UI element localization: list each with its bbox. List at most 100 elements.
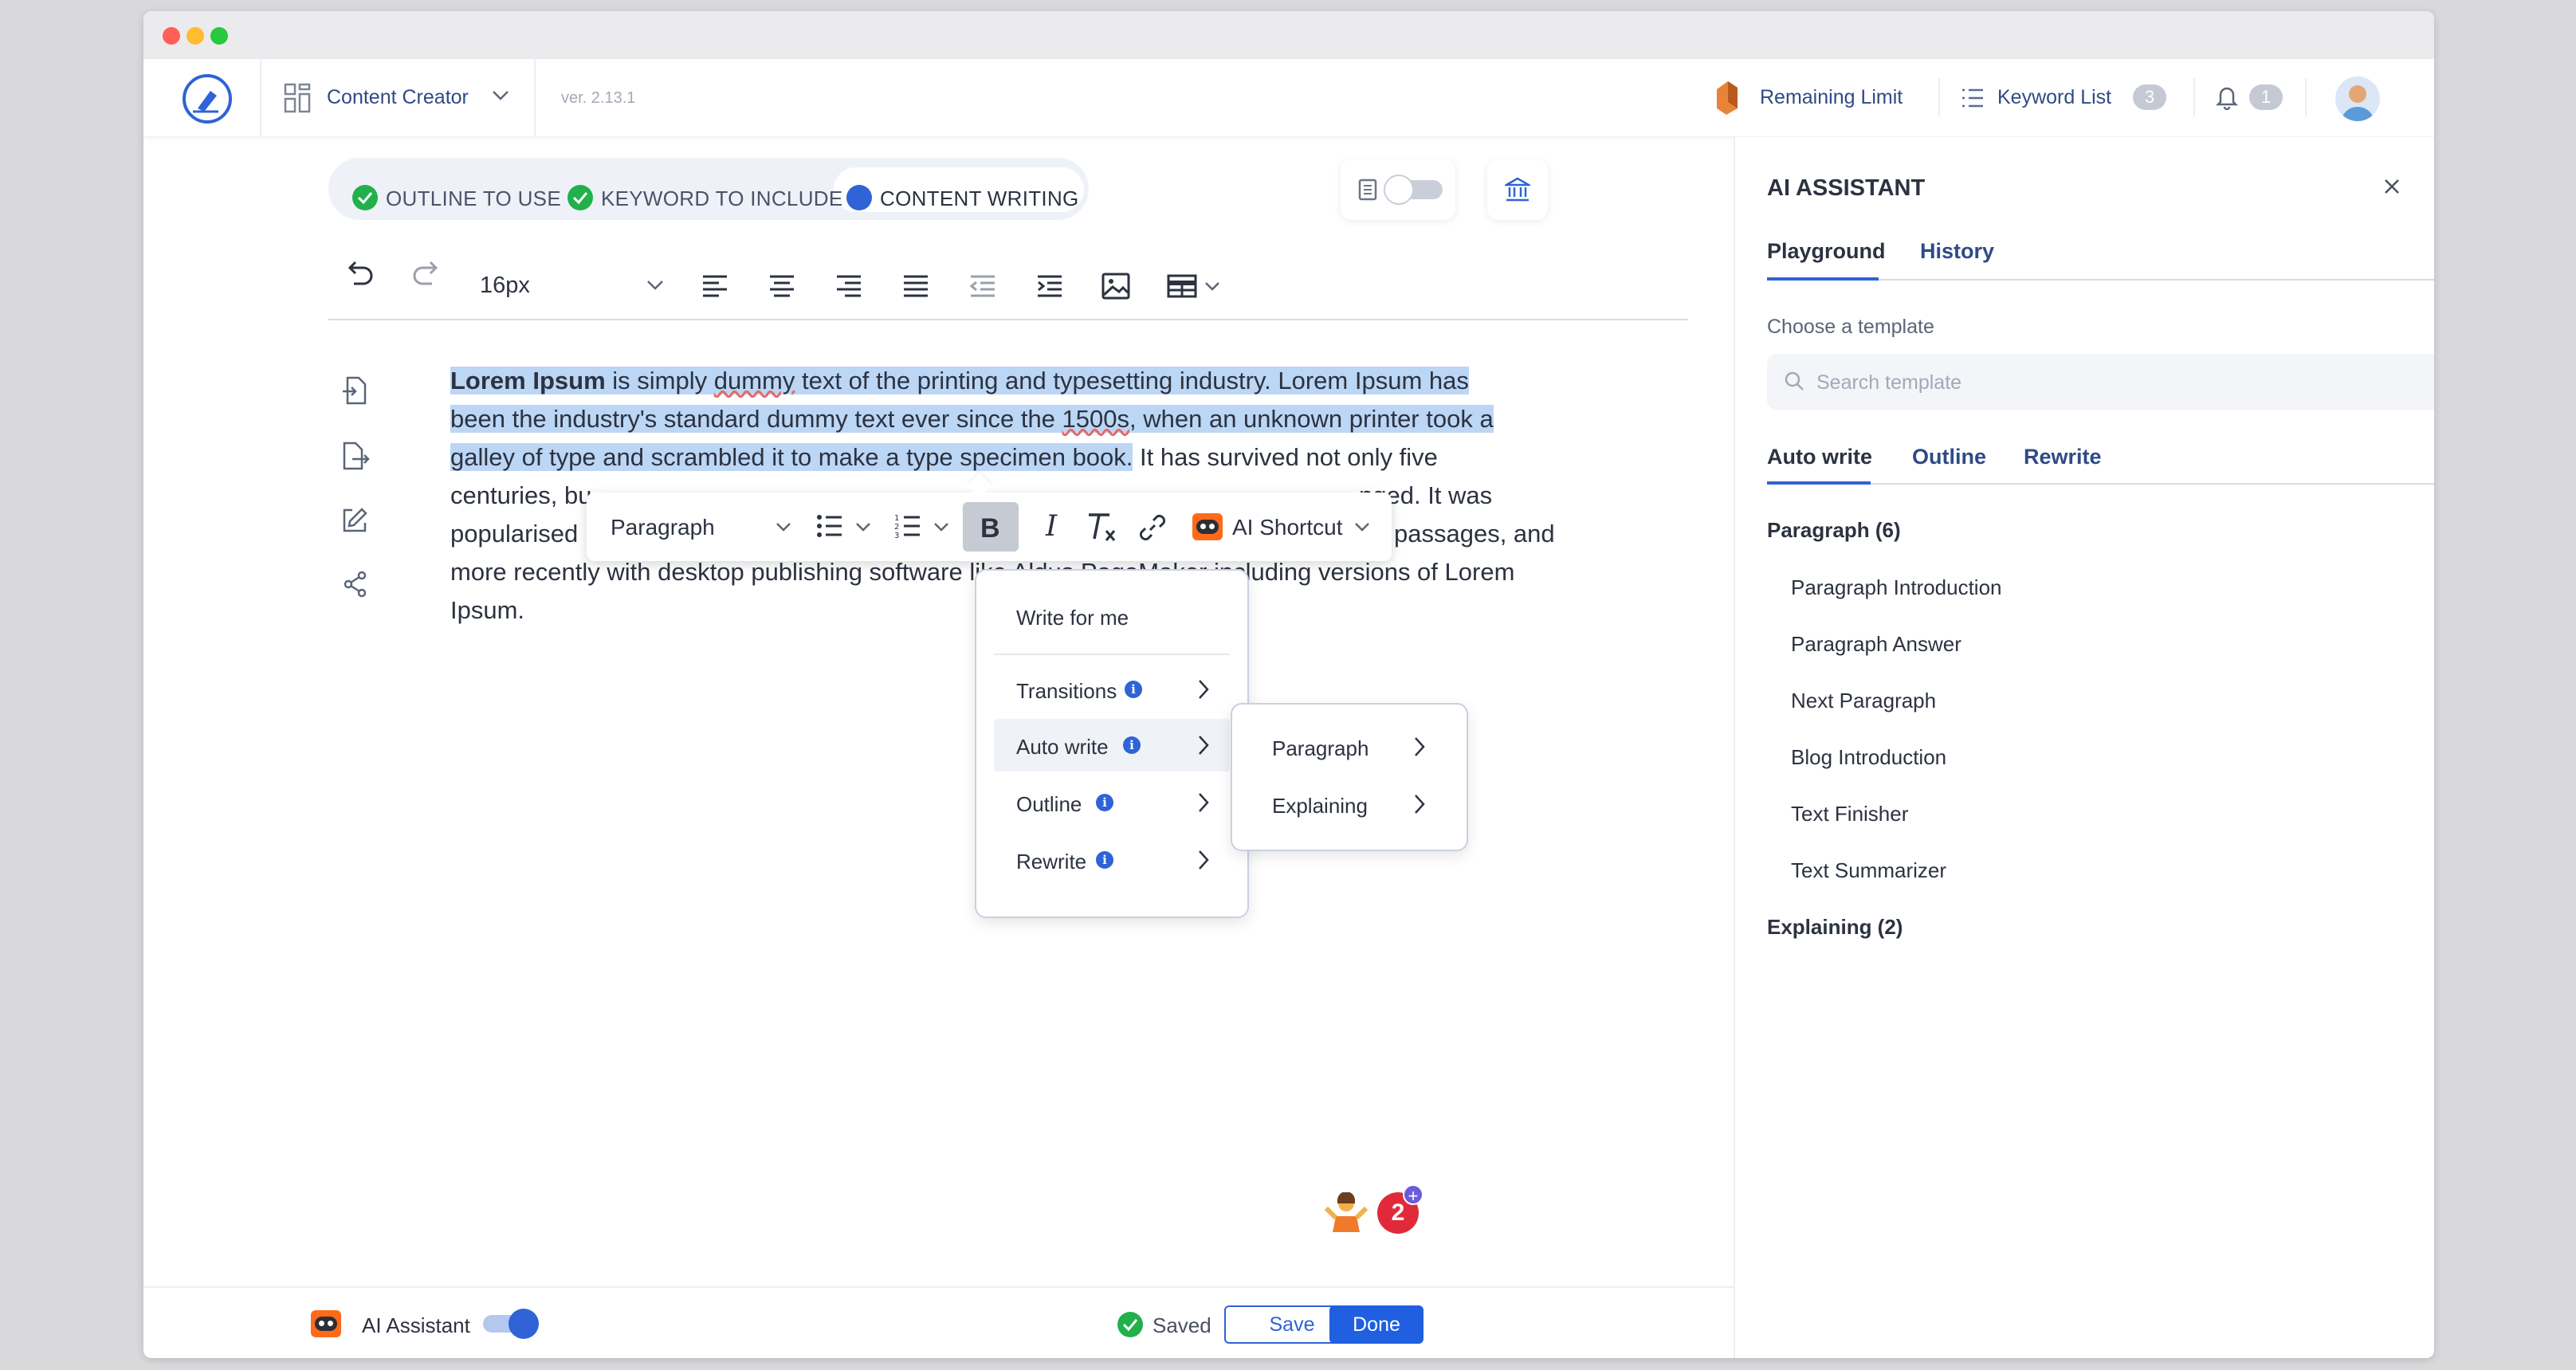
chevron-down-icon[interactable] — [491, 89, 510, 106]
image-icon[interactable] — [1101, 273, 1130, 304]
bank-button[interactable] — [1487, 159, 1548, 220]
info-icon[interactable]: i — [1125, 681, 1142, 698]
step-content-writing[interactable]: CONTENT WRITING — [880, 186, 1079, 211]
app-window: Content Creator ver. 2.13.1 Remaining Li… — [143, 11, 2434, 1358]
ai-assistant-toggle[interactable] — [483, 1309, 539, 1339]
template-item[interactable]: Blog Introduction — [1791, 745, 1946, 770]
group-paragraph-header[interactable]: Paragraph (6) — [1767, 518, 1901, 543]
bank-icon — [1502, 177, 1533, 206]
remaining-limit-icon — [1710, 78, 1742, 120]
export-file-icon[interactable] — [341, 442, 370, 474]
chevron-down-icon[interactable] — [1204, 281, 1221, 296]
shrug-person-icon[interactable] — [1324, 1191, 1368, 1238]
template-item[interactable]: Text Summarizer — [1791, 858, 1946, 883]
align-left-icon[interactable] — [701, 274, 728, 302]
close-window-button[interactable] — [163, 27, 180, 45]
keyword-list-label[interactable]: Keyword List — [1997, 86, 2111, 109]
ai-shortcut-button[interactable]: AI Shortcut — [1232, 515, 1343, 540]
undo-icon[interactable] — [343, 260, 375, 292]
tab-playground[interactable]: Playground — [1767, 239, 1886, 264]
app-logo-icon[interactable] — [182, 73, 233, 128]
list-icon — [1961, 88, 1985, 112]
info-icon[interactable]: i — [1123, 736, 1141, 754]
align-center-icon[interactable] — [768, 274, 795, 302]
info-icon[interactable]: i — [1096, 851, 1113, 869]
close-icon[interactable] — [2382, 177, 2401, 200]
chevron-down-icon[interactable] — [933, 521, 950, 536]
app-header: Content Creator ver. 2.13.1 Remaining Li… — [143, 59, 2434, 137]
font-size-select[interactable]: 16px — [480, 273, 530, 299]
edit-icon[interactable] — [341, 507, 368, 538]
chevron-right-icon — [1412, 792, 1427, 820]
bold-button[interactable]: B — [963, 502, 1019, 552]
avatar[interactable] — [2335, 77, 2380, 121]
info-icon[interactable]: i — [1096, 794, 1113, 811]
chevron-down-icon[interactable] — [854, 521, 872, 536]
outdent-icon[interactable] — [969, 274, 996, 302]
toggle-knob — [509, 1309, 539, 1339]
editor-text: popularised — [450, 520, 579, 548]
numbered-list-icon[interactable]: 123 — [894, 513, 921, 543]
subtab-active-indicator — [1767, 481, 1871, 485]
chevron-down-icon[interactable] — [775, 521, 792, 536]
check-circle-icon — [352, 185, 378, 210]
align-right-icon[interactable] — [835, 274, 862, 302]
table-icon[interactable] — [1167, 274, 1197, 302]
menu-item-write-for-me[interactable]: Write for me — [1016, 606, 1129, 630]
header-divider — [534, 59, 536, 135]
menu-item-auto-write[interactable]: Auto write — [1016, 735, 1109, 760]
step-keyword[interactable]: KEYWORD TO INCLUDE — [601, 186, 843, 211]
remaining-limit-label[interactable]: Remaining Limit — [1760, 86, 1903, 109]
menu-item-rewrite[interactable]: Rewrite — [1016, 850, 1086, 874]
template-item[interactable]: Paragraph Answer — [1791, 632, 1961, 657]
toolbar-divider — [328, 319, 1688, 320]
align-justify-icon[interactable] — [902, 274, 929, 302]
tab-history[interactable]: History — [1920, 239, 1994, 264]
submenu-item-explaining[interactable]: Explaining — [1272, 794, 1368, 818]
link-icon[interactable] — [1137, 512, 1168, 548]
subtab-outline[interactable]: Outline — [1912, 445, 1986, 469]
menu-item-outline[interactable]: Outline — [1016, 792, 1082, 817]
chevron-right-icon — [1412, 735, 1427, 763]
italic-icon[interactable]: I — [1046, 510, 1057, 543]
plus-icon[interactable]: + — [1403, 1184, 1423, 1206]
search-input[interactable]: Search template — [1816, 371, 1961, 395]
editor-text: , when an unknown printer took a — [1129, 405, 1494, 433]
indent-icon[interactable] — [1036, 274, 1063, 302]
redo-icon[interactable] — [411, 260, 443, 292]
bullet-list-icon[interactable] — [816, 513, 843, 543]
subtab-rewrite[interactable]: Rewrite — [2024, 445, 2102, 469]
chevron-down-icon[interactable] — [646, 279, 665, 296]
bell-icon[interactable] — [2215, 84, 2239, 114]
grid-icon[interactable] — [284, 83, 311, 117]
block-type-select[interactable]: Paragraph — [611, 515, 715, 540]
misspelled-word[interactable]: dummy — [714, 367, 795, 395]
done-button[interactable]: Done — [1329, 1305, 1423, 1344]
step-outline[interactable]: OUTLINE TO USE — [386, 186, 561, 211]
chevron-right-icon — [1196, 677, 1211, 705]
editor-text: is simply — [605, 367, 714, 395]
template-item[interactable]: Next Paragraph — [1791, 689, 1936, 713]
search-icon — [1783, 370, 1805, 396]
clear-format-icon[interactable] — [1084, 512, 1119, 548]
maximize-window-button[interactable] — [210, 27, 228, 45]
active-step-dot-icon — [846, 185, 872, 210]
floating-format-toolbar: Paragraph 123 B I AI Shortcut — [587, 493, 1392, 561]
app-name[interactable]: Content Creator — [327, 86, 469, 109]
document-icon — [1358, 179, 1377, 205]
menu-item-transitions[interactable]: Transitions — [1016, 679, 1117, 704]
import-file-icon[interactable] — [341, 376, 368, 409]
misspelled-word[interactable]: 1500s — [1062, 405, 1129, 433]
chevron-down-icon[interactable] — [1353, 521, 1371, 536]
view-toggle[interactable] — [1384, 175, 1443, 205]
bold-icon: B — [980, 513, 1000, 544]
share-icon[interactable] — [343, 571, 368, 602]
subtab-auto-write[interactable]: Auto write — [1767, 445, 1872, 469]
group-explaining-header[interactable]: Explaining (2) — [1767, 915, 1903, 940]
keyword-count-badge: 3 — [2133, 84, 2166, 110]
template-item[interactable]: Paragraph Introduction — [1791, 575, 2002, 600]
minimize-window-button[interactable] — [187, 27, 204, 45]
search-template-box[interactable]: Search template — [1767, 354, 2434, 410]
submenu-item-paragraph[interactable]: Paragraph — [1272, 736, 1368, 761]
template-item[interactable]: Text Finisher — [1791, 802, 1908, 826]
